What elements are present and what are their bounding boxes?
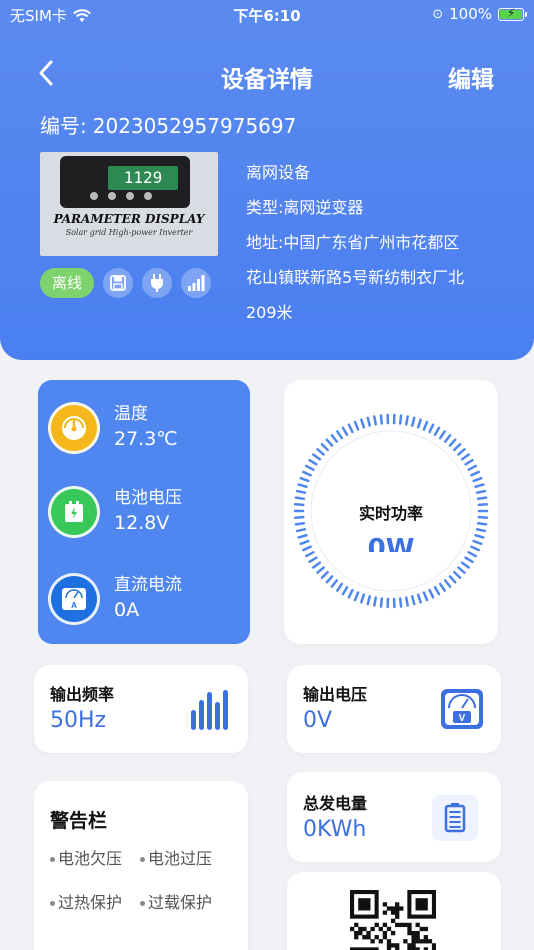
realtime-power-label: 实时功率 xyxy=(358,504,423,523)
battery-voltage-stat: 电池电压 12.8V xyxy=(48,486,182,538)
device-info: 离网设备 类型:离网逆变器 地址:中国广东省广州市花都区 花山镇联新路5号新纺制… xyxy=(246,155,464,330)
device-status-row: 离线 xyxy=(40,268,212,298)
device-address-line2: 花山镇联新路5号新纺制衣厂北 xyxy=(246,268,465,287)
dc-current-label: 直流电流 xyxy=(114,575,182,595)
bar-chart-icon xyxy=(191,690,228,730)
rotation-lock-icon: ⊙ xyxy=(432,6,444,22)
device-type-value: 离网逆变器 xyxy=(283,198,364,217)
battery-percent: 100% xyxy=(449,5,492,23)
alarm-item-label: 过载保护 xyxy=(148,893,213,912)
alarm-item: 电池欠压 xyxy=(50,845,122,869)
status-right: ⊙ 100% ⚡ xyxy=(432,5,527,23)
device-type-row: 类型:离网逆变器 xyxy=(246,190,464,225)
device-image-screen: 1129 xyxy=(108,166,178,190)
status-badge: 离线 xyxy=(40,268,95,298)
save-icon[interactable] xyxy=(103,268,134,298)
svg-text:V: V xyxy=(459,713,466,724)
stats-card: 温度 27.3℃ 电池电压 12.8V A 直流电流 0A xyxy=(38,380,250,644)
edit-button[interactable]: 编辑 xyxy=(448,60,494,94)
temperature-value: 27.3℃ xyxy=(114,428,178,450)
total-energy-label: 总发电量 xyxy=(303,794,368,813)
voltmeter-icon: V xyxy=(441,689,483,729)
device-image-subcaption: Solar grid High-power Inverter xyxy=(65,228,193,237)
nav-bar: 设备详情 编辑 xyxy=(0,52,534,96)
realtime-power-value: 0W xyxy=(367,534,415,552)
device-image-caption: PARAMETER DISPLAY xyxy=(53,212,205,226)
device-image: 1129 PARAMETER DISPLAY Solar grid High-p… xyxy=(40,152,218,256)
device-address-line1: 中国广东省广州市花都区 xyxy=(283,233,460,252)
thermometer-icon xyxy=(48,402,100,454)
battery-energy-icon xyxy=(432,795,478,841)
header: 无SIM卡 下午6:10 ⊙ 100% ⚡ 设备详情 编辑 编号: 2023052… xyxy=(0,0,534,360)
output-frequency-label: 输出频率 xyxy=(50,685,115,704)
device-address-line3: 209米 xyxy=(246,303,293,322)
device-name: 离网设备 xyxy=(246,163,311,182)
device-address-label: 地址: xyxy=(246,233,284,252)
device-type-label: 类型: xyxy=(246,198,284,217)
serial-number-row: 编号: 2023052957975697 xyxy=(40,110,296,139)
serial-label: 编号: xyxy=(40,114,87,138)
svg-text:A: A xyxy=(71,601,77,610)
alarm-item-label: 过热保护 xyxy=(58,893,123,912)
battery-icon xyxy=(48,486,100,538)
alarm-title: 警告栏 xyxy=(50,810,108,832)
alarm-item-label: 电池过压 xyxy=(148,849,213,868)
temperature-stat: 温度 27.3℃ xyxy=(48,402,178,454)
alarm-item: 过热保护 xyxy=(50,889,122,913)
total-energy-value: 0KWh xyxy=(303,817,367,842)
output-voltage-value: 0V xyxy=(303,708,333,733)
device-address-row: 地址:中国广东省广州市花都区 xyxy=(246,225,464,260)
signal-icon[interactable] xyxy=(181,268,212,298)
serial-number: 2023052957975697 xyxy=(92,114,297,138)
alarm-item-label: 电池欠压 xyxy=(58,849,123,868)
battery-voltage-label: 电池电压 xyxy=(114,488,182,508)
status-bar: 无SIM卡 下午6:10 ⊙ 100% ⚡ xyxy=(0,0,534,28)
alarm-item: 过载保护 xyxy=(140,889,212,913)
battery-voltage-value: 12.8V xyxy=(114,512,170,534)
alarm-item: 电池过压 xyxy=(140,845,212,869)
temperature-label: 温度 xyxy=(114,404,148,424)
output-frequency-value: 50Hz xyxy=(50,708,107,733)
output-voltage-label: 输出电压 xyxy=(303,685,368,704)
qr-code-icon[interactable] xyxy=(350,890,436,950)
ammeter-icon: A xyxy=(48,573,100,625)
battery-status-icon: ⚡ xyxy=(498,6,527,21)
plug-icon[interactable] xyxy=(142,268,173,298)
dc-current-value: 0A xyxy=(114,599,140,621)
dc-current-stat: A 直流电流 0A xyxy=(48,573,182,625)
